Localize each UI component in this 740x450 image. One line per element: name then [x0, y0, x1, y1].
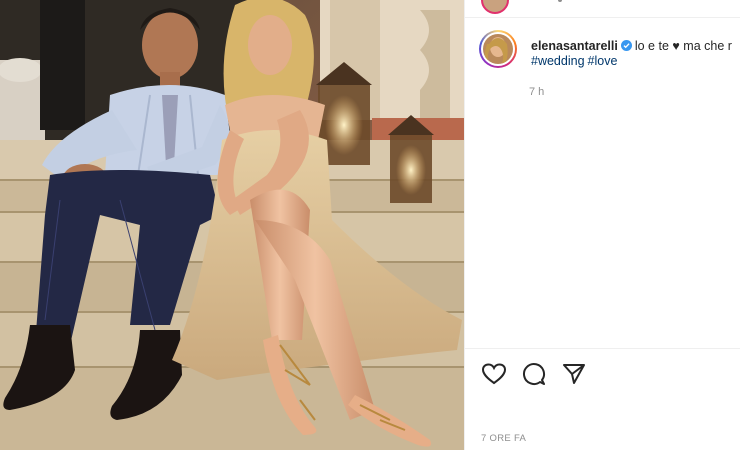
- post-photo[interactable]: [0, 0, 464, 450]
- avatar[interactable]: [479, 30, 517, 68]
- top-header-strip: [465, 0, 740, 18]
- caption: elenasantarelli lo e te ♥ ma che r: [531, 38, 740, 54]
- verified-badge-icon: [620, 40, 632, 51]
- share-button[interactable]: [561, 362, 587, 386]
- separator-dot: [558, 0, 562, 2]
- share-icon: [563, 364, 585, 384]
- post-date-label: 7 ORE FA: [481, 433, 527, 444]
- hashtag-wedding[interactable]: #wedding: [531, 54, 585, 68]
- post-time: 7 h: [529, 86, 545, 98]
- comment-icon: [523, 363, 545, 385]
- caption-text: lo e te ♥ ma che r: [634, 39, 732, 53]
- post-details-panel: elenasantarelli lo e te ♥ ma che r #weddi…: [464, 0, 740, 450]
- comment-button[interactable]: [521, 362, 547, 386]
- avatar-photo: [483, 34, 513, 64]
- hashtag-love[interactable]: #love: [588, 54, 618, 68]
- couple-on-steps-image: [0, 0, 464, 450]
- like-button[interactable]: [481, 362, 507, 386]
- divider: [465, 348, 740, 349]
- heart-icon: [481, 363, 507, 385]
- hashtag-list: #wedding #love: [531, 54, 620, 68]
- header-avatar[interactable]: [481, 0, 509, 14]
- username-link[interactable]: elenasantarelli: [531, 39, 618, 53]
- caption-row: elenasantarelli lo e te ♥ ma che r #weddi…: [479, 30, 740, 74]
- avatar-frame: [481, 32, 515, 66]
